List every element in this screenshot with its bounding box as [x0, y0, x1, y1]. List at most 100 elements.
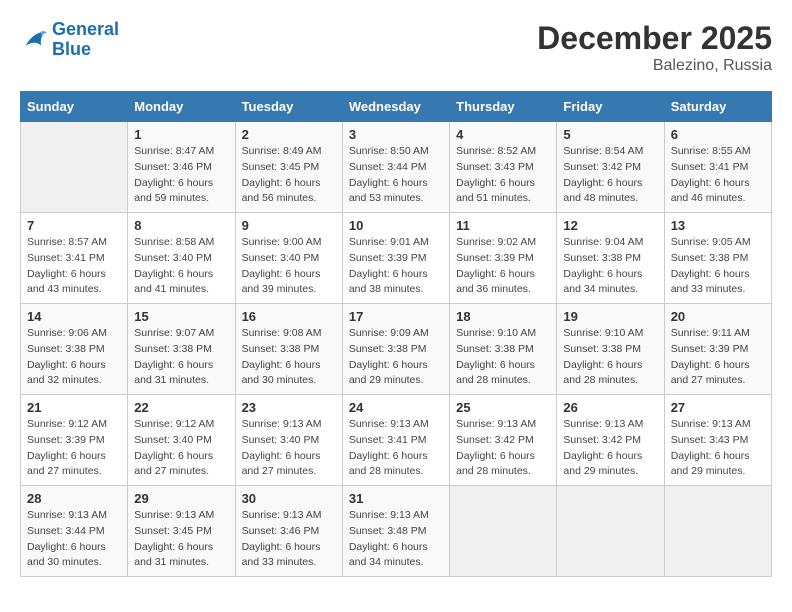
day-number: 4 [456, 127, 550, 142]
calendar-cell: 20 Sunrise: 9:11 AMSunset: 3:39 PMDayligh… [664, 304, 771, 395]
calendar-cell: 25Sunrise: 9:13 AMSunset: 3:42 PMDayligh… [450, 395, 557, 486]
day-info: Sunrise: 9:13 AMSunset: 3:46 PMDaylight:… [242, 508, 336, 571]
logo-icon [20, 26, 48, 54]
day-number: 15 [134, 309, 228, 324]
calendar-cell: 7 Sunrise: 8:57 AMSunset: 3:41 PMDaylight… [21, 213, 128, 304]
day-info: Sunrise: 9:10 AMSunset: 3:38 PMDaylight:… [563, 326, 657, 389]
day-number: 18 [456, 309, 550, 324]
calendar-cell: 28 Sunrise: 9:13 AMSunset: 3:44 PMDayligh… [21, 486, 128, 577]
day-info: Sunrise: 8:50 AMSunset: 3:44 PMDaylight:… [349, 144, 443, 207]
day-info: Sunrise: 9:05 AMSunset: 3:38 PMDaylight:… [671, 235, 765, 298]
day-info: Sunrise: 9:13 AMSunset: 3:42 PMDaylight:… [563, 417, 657, 480]
calendar-cell: 27 Sunrise: 9:13 AMSunset: 3:43 PMDayligh… [664, 395, 771, 486]
day-info: Sunrise: 8:58 AMSunset: 3:40 PMDaylight:… [134, 235, 228, 298]
calendar-cell [557, 486, 664, 577]
day-number: 30 [242, 491, 336, 506]
day-info: Sunrise: 9:12 AMSunset: 3:40 PMDaylight:… [134, 417, 228, 480]
calendar-cell: 17 Sunrise: 9:09 AMSunset: 3:38 PMDayligh… [342, 304, 449, 395]
calendar-cell: 29 Sunrise: 9:13 AMSunset: 3:45 PMDayligh… [128, 486, 235, 577]
calendar-cell: 13 Sunrise: 9:05 AMSunset: 3:38 PMDayligh… [664, 213, 771, 304]
day-info: Sunrise: 8:54 AMSunset: 3:42 PMDaylight:… [563, 144, 657, 207]
day-info: Sunrise: 9:13 AMSunset: 3:40 PMDaylight:… [242, 417, 336, 480]
calendar-cell: 10Sunrise: 9:01 AMSunset: 3:39 PMDayligh… [342, 213, 449, 304]
day-header-saturday: Saturday [664, 92, 771, 122]
day-header-monday: Monday [128, 92, 235, 122]
calendar-cell: 11 Sunrise: 9:02 AMSunset: 3:39 PMDayligh… [450, 213, 557, 304]
calendar-cell: 18Sunrise: 9:10 AMSunset: 3:38 PMDayligh… [450, 304, 557, 395]
day-number: 29 [134, 491, 228, 506]
calendar-cell: 1 Sunrise: 8:47 AMSunset: 3:46 PMDaylight… [128, 122, 235, 213]
calendar-cell: 3 Sunrise: 8:50 AMSunset: 3:44 PMDaylight… [342, 122, 449, 213]
day-info: Sunrise: 9:07 AMSunset: 3:38 PMDaylight:… [134, 326, 228, 389]
calendar-cell: 6Sunrise: 8:55 AMSunset: 3:41 PMDaylight… [664, 122, 771, 213]
calendar-cell: 23 Sunrise: 9:13 AMSunset: 3:40 PMDayligh… [235, 395, 342, 486]
calendar-cell: 21 Sunrise: 9:12 AMSunset: 3:39 PMDayligh… [21, 395, 128, 486]
day-info: Sunrise: 8:47 AMSunset: 3:46 PMDaylight:… [134, 144, 228, 207]
day-info: Sunrise: 9:09 AMSunset: 3:38 PMDaylight:… [349, 326, 443, 389]
day-number: 28 [27, 491, 121, 506]
day-info: Sunrise: 9:13 AMSunset: 3:45 PMDaylight:… [134, 508, 228, 571]
logo-text: General Blue [52, 20, 119, 60]
day-number: 7 [27, 218, 121, 233]
day-info: Sunrise: 9:01 AMSunset: 3:39 PMDaylight:… [349, 235, 443, 298]
day-number: 3 [349, 127, 443, 142]
day-header-wednesday: Wednesday [342, 92, 449, 122]
day-header-thursday: Thursday [450, 92, 557, 122]
calendar-header-row: SundayMondayTuesdayWednesdayThursdayFrid… [21, 92, 772, 122]
calendar-cell [450, 486, 557, 577]
day-number: 13 [671, 218, 765, 233]
day-number: 26 [563, 400, 657, 415]
day-info: Sunrise: 9:02 AMSunset: 3:39 PMDaylight:… [456, 235, 550, 298]
logo-blue: Blue [52, 39, 91, 59]
day-info: Sunrise: 9:06 AMSunset: 3:38 PMDaylight:… [27, 326, 121, 389]
calendar-cell: 22 Sunrise: 9:12 AMSunset: 3:40 PMDayligh… [128, 395, 235, 486]
calendar-cell: 30 Sunrise: 9:13 AMSunset: 3:46 PMDayligh… [235, 486, 342, 577]
calendar-cell: 2Sunrise: 8:49 AMSunset: 3:45 PMDaylight… [235, 122, 342, 213]
calendar-cell: 4Sunrise: 8:52 AMSunset: 3:43 PMDaylight… [450, 122, 557, 213]
day-number: 19 [563, 309, 657, 324]
logo: General Blue [20, 20, 119, 60]
calendar-cell: 9Sunrise: 9:00 AMSunset: 3:40 PMDaylight… [235, 213, 342, 304]
day-number: 23 [242, 400, 336, 415]
calendar-cell: 16 Sunrise: 9:08 AMSunset: 3:38 PMDayligh… [235, 304, 342, 395]
day-info: Sunrise: 9:11 AMSunset: 3:39 PMDaylight:… [671, 326, 765, 389]
calendar-cell: 19 Sunrise: 9:10 AMSunset: 3:38 PMDayligh… [557, 304, 664, 395]
day-info: Sunrise: 9:13 AMSunset: 3:44 PMDaylight:… [27, 508, 121, 571]
week-row-3: 14Sunrise: 9:06 AMSunset: 3:38 PMDayligh… [21, 304, 772, 395]
day-info: Sunrise: 9:08 AMSunset: 3:38 PMDaylight:… [242, 326, 336, 389]
calendar-cell: 31Sunrise: 9:13 AMSunset: 3:48 PMDayligh… [342, 486, 449, 577]
calendar-cell: 12 Sunrise: 9:04 AMSunset: 3:38 PMDayligh… [557, 213, 664, 304]
week-row-1: 1 Sunrise: 8:47 AMSunset: 3:46 PMDaylight… [21, 122, 772, 213]
day-header-sunday: Sunday [21, 92, 128, 122]
day-info: Sunrise: 9:04 AMSunset: 3:38 PMDaylight:… [563, 235, 657, 298]
day-info: Sunrise: 8:49 AMSunset: 3:45 PMDaylight:… [242, 144, 336, 207]
calendar-cell [664, 486, 771, 577]
day-number: 24 [349, 400, 443, 415]
day-number: 21 [27, 400, 121, 415]
logo-general: General [52, 19, 119, 39]
day-number: 11 [456, 218, 550, 233]
page-header: General Blue December 2025 Balezino, Rus… [20, 20, 772, 75]
day-number: 1 [134, 127, 228, 142]
day-number: 25 [456, 400, 550, 415]
day-number: 20 [671, 309, 765, 324]
day-info: Sunrise: 8:55 AMSunset: 3:41 PMDaylight:… [671, 144, 765, 207]
day-info: Sunrise: 9:13 AMSunset: 3:43 PMDaylight:… [671, 417, 765, 480]
calendar-cell [21, 122, 128, 213]
day-info: Sunrise: 9:00 AMSunset: 3:40 PMDaylight:… [242, 235, 336, 298]
calendar-cell: 14Sunrise: 9:06 AMSunset: 3:38 PMDayligh… [21, 304, 128, 395]
day-number: 12 [563, 218, 657, 233]
calendar-cell: 5 Sunrise: 8:54 AMSunset: 3:42 PMDaylight… [557, 122, 664, 213]
day-info: Sunrise: 8:57 AMSunset: 3:41 PMDaylight:… [27, 235, 121, 298]
day-number: 5 [563, 127, 657, 142]
day-number: 16 [242, 309, 336, 324]
calendar-cell: 15 Sunrise: 9:07 AMSunset: 3:38 PMDayligh… [128, 304, 235, 395]
day-info: Sunrise: 9:12 AMSunset: 3:39 PMDaylight:… [27, 417, 121, 480]
day-number: 27 [671, 400, 765, 415]
day-number: 8 [134, 218, 228, 233]
day-number: 17 [349, 309, 443, 324]
day-header-tuesday: Tuesday [235, 92, 342, 122]
day-number: 31 [349, 491, 443, 506]
title-block: December 2025 Balezino, Russia [537, 20, 772, 75]
day-number: 22 [134, 400, 228, 415]
